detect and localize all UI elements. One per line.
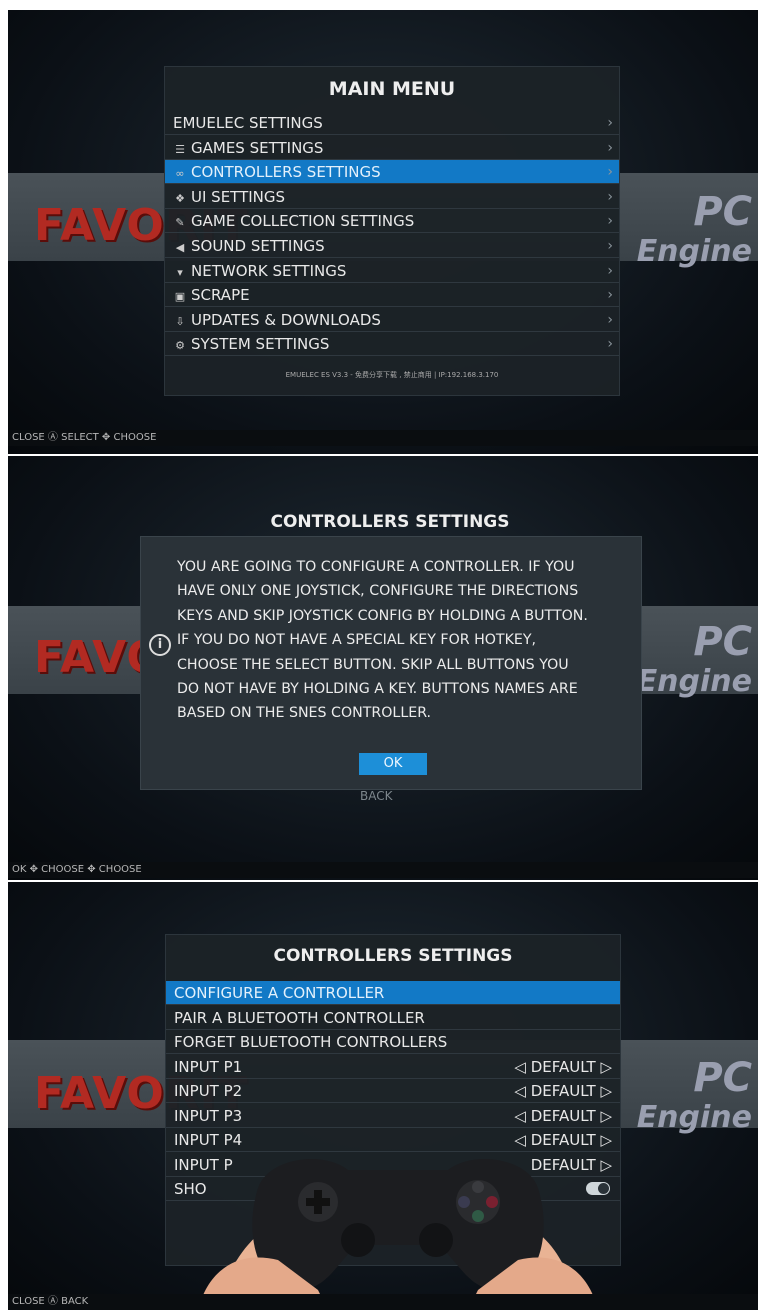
cross-button-icon (472, 1210, 484, 1222)
menu-item-ui-settings[interactable]: ❖ UI SETTINGS › (165, 185, 619, 209)
chevron-right-icon: › (607, 262, 613, 279)
menu-item-label: GAMES SETTINGS (191, 138, 324, 157)
button-hints: CLOSE Ⓐ SELECT ✥ CHOOSE (8, 430, 758, 446)
square-button-icon (458, 1196, 470, 1208)
settings-item-label: CONFIGURE A CONTROLLER (174, 984, 385, 1002)
system-icon: ⚙ (175, 339, 185, 353)
chevron-right-icon: › (607, 336, 613, 353)
pc-engine-logo: PC Engine (636, 189, 752, 269)
menu-item-label: UPDATES & DOWNLOADS (191, 310, 381, 329)
settings-item-configure-a-controller[interactable]: CONFIGURE A CONTROLLER (166, 981, 620, 1005)
menu-title: MAIN MENU (328, 78, 456, 100)
menu-item-emuelec-settings[interactable]: EMUELEC SETTINGS › (165, 111, 619, 135)
menu-item-label: NETWORK SETTINGS (191, 261, 347, 280)
wrench-icon: ✎ (175, 216, 185, 230)
menu-item-label: SYSTEM SETTINGS (191, 335, 330, 354)
menu-item-label: GAME COLLECTION SETTINGS (191, 212, 415, 231)
button-hints: OK ✥ CHOOSE ✥ CHOOSE (8, 862, 758, 878)
settings-item-forget-bluetooth-controllers[interactable]: FORGET BLUETOOTH CONTROLLERS (166, 1030, 620, 1054)
left-stick-icon (341, 1223, 375, 1257)
palette-icon: ❖ (175, 191, 185, 205)
menu-item-label: SOUND SETTINGS (191, 237, 325, 255)
settings-item-label: INPUT P3 (174, 1106, 243, 1125)
dialog-title: CONTROLLERS SETTINGS (270, 512, 510, 532)
menu-item-label: SCRAPE (191, 286, 250, 305)
chevron-right-icon: › (607, 139, 613, 156)
gamepad-photo (198, 1158, 598, 1310)
menu-title: CONTROLLERS SETTINGS (273, 946, 513, 966)
main-menu-screen: FAVORIT PC Engine MAIN MENU EMUELEC SETT… (8, 10, 758, 454)
controllers-settings-screen: FAVORIT PC Engine CONTROLLERS SETTINGS C… (8, 882, 758, 1310)
chevron-right-icon: › (607, 311, 613, 328)
info-icon: i (149, 634, 171, 656)
menu-item-system-settings[interactable]: ⚙ SYSTEM SETTINGS › (165, 332, 619, 357)
chevron-right-icon: › (607, 287, 613, 304)
wifi-icon: ▾ (177, 265, 183, 279)
settings-item-pair-a-bluetooth-controller[interactable]: PAIR A BLUETOOTH CONTROLLER (166, 1006, 620, 1030)
main-menu: MAIN MENU EMUELEC SETTINGS › ☰ GAMES SETTIN… (164, 66, 620, 396)
dialog-message: YOU ARE GOING TO CONFIGURE A CONTROLLER.… (177, 559, 588, 722)
settings-item-label: INPUT P1 (174, 1057, 243, 1076)
settings-item-input-p3[interactable]: INPUT P3 ◁ DEFAULT ▷ (166, 1104, 620, 1128)
menu-item-label: UI SETTINGS (191, 187, 286, 206)
menu-item-scrape[interactable]: ▣ SCRAPE › (165, 283, 619, 308)
menu-item-network-settings[interactable]: ▾ NETWORK SETTINGS › (165, 259, 619, 283)
sliders-icon: ☰ (175, 142, 185, 156)
speaker-icon: ◀ (175, 241, 185, 254)
right-stick-icon (419, 1223, 453, 1257)
chevron-right-icon: › (607, 115, 613, 131)
circle-button-icon (486, 1196, 498, 1208)
input-value-selector[interactable]: ◁ DEFAULT ▷ (514, 1104, 612, 1128)
chevron-right-icon: › (607, 238, 613, 254)
triangle-button-icon (472, 1181, 484, 1193)
pc-engine-logo: PC Engine (636, 619, 752, 699)
settings-item-label: INPUT P2 (174, 1082, 243, 1100)
input-value-selector[interactable]: ◁ DEFAULT ▷ (514, 1079, 612, 1103)
button-hints: CLOSE Ⓐ BACK (8, 1294, 758, 1310)
info-dialog: i YOU ARE GOING TO CONFIGURE A CONTROLLE… (140, 536, 642, 790)
ok-button[interactable]: OK (359, 753, 427, 775)
menu-item-label: CONTROLLERS SETTINGS (191, 163, 381, 182)
menu-item-updates-downloads[interactable]: ⇩ UPDATES & DOWNLOADS › (165, 308, 619, 332)
menu-item-controllers-settings[interactable]: ∞ CONTROLLERS SETTINGS › (165, 160, 619, 185)
scrape-icon: ▣ (174, 290, 186, 304)
settings-item-label: PAIR A BLUETOOTH CONTROLLER (174, 1008, 425, 1027)
menu-item-games-settings[interactable]: ☰ GAMES SETTINGS › (165, 136, 619, 160)
menu-item-label: EMUELEC SETTINGS (173, 114, 323, 132)
menu-item-game-collection-settings[interactable]: ✎ GAME COLLECTION SETTINGS › (165, 209, 619, 234)
pc-engine-logo: PC Engine (636, 1055, 752, 1135)
download-icon: ⇩ (175, 314, 185, 328)
menu-item-sound-settings[interactable]: ◀ SOUND SETTINGS › (165, 234, 619, 258)
input-value-selector[interactable]: ◁ DEFAULT ▷ (514, 1055, 612, 1079)
settings-item-label: FORGET BLUETOOTH CONTROLLERS (174, 1033, 448, 1051)
settings-item-input-p1[interactable]: INPUT P1 ◁ DEFAULT ▷ (166, 1055, 620, 1079)
chevron-right-icon: › (607, 213, 613, 230)
controller-config-dialog-screen: FAVORI PC Engine CONTROLLERS SETTINGS i … (8, 456, 758, 880)
gamepad-icon: ∞ (175, 167, 185, 181)
version-info: EMUELEC ES V3.3 - 免费分享下载 , 禁止商用 | IP:192… (285, 371, 499, 379)
settings-item-input-p2[interactable]: INPUT P2 ◁ DEFAULT ▷ (166, 1079, 620, 1103)
chevron-right-icon: › (607, 188, 613, 205)
chevron-right-icon: › (607, 164, 613, 181)
back-label: BACK (360, 789, 393, 803)
